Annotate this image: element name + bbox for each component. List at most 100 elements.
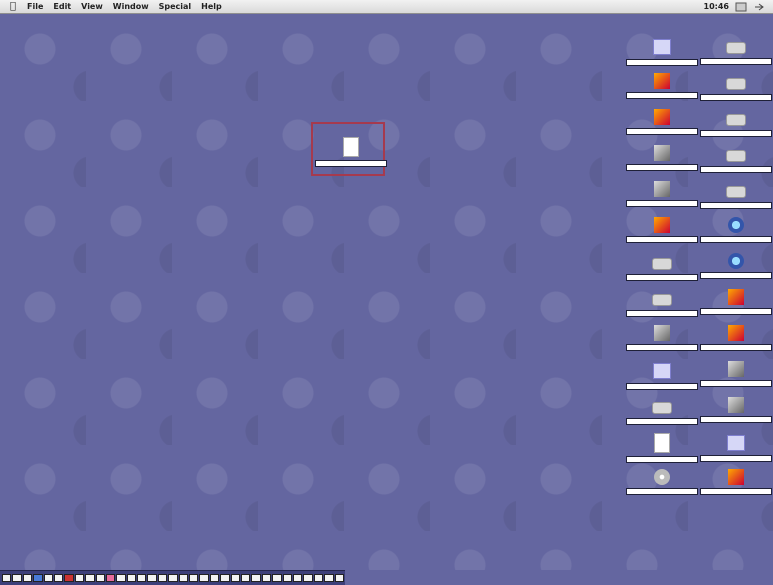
taskbar-button[interactable] [313,574,324,582]
desktop-item-right-b-12[interactable] [700,469,772,495]
taskbar-button[interactable] [209,574,220,582]
taskbar-button[interactable] [251,574,261,582]
desktop-item-right-a-8[interactable] [626,325,698,351]
taskbar-button[interactable] [334,574,344,582]
document-icon [343,137,359,157]
app-icon [654,217,670,233]
desktop-item-right-a-0[interactable] [626,37,698,66]
taskbar-button[interactable] [240,574,251,582]
desktop-item-right-a-12[interactable] [626,469,698,495]
cd-icon [654,469,670,485]
taskbar-button[interactable] [168,574,178,582]
desktop-item-right-a-11[interactable] [626,433,698,463]
app-icon[interactable] [735,2,747,12]
desktop-item-label [626,274,698,281]
taskbar-button[interactable] [95,574,105,582]
taskbar-button[interactable] [2,574,12,582]
desktop-item-right-b-2[interactable] [700,109,772,137]
desktop-item-label [626,128,698,135]
network-icon [654,145,670,161]
desktop-item-right-b-10[interactable] [700,397,772,423]
desktop-item-label [626,92,698,99]
desktop-item-right-b-1[interactable] [700,73,772,101]
network-icon [654,181,670,197]
desktop-item-right-a-10[interactable] [626,397,698,425]
desktop-item-label [700,202,772,209]
desktop-item-right-a-7[interactable] [626,289,698,317]
desktop-item-right-b-3[interactable] [700,145,772,173]
desktop-item-label [315,160,387,167]
app-icon [654,109,670,125]
network-icon [728,397,744,413]
taskbar-button[interactable] [126,574,137,582]
taskbar-button[interactable] [116,574,126,582]
drive-icon [652,402,672,414]
drive-icon [726,186,746,198]
drive-icon [726,78,746,90]
app-icon [728,289,744,305]
desktop-item-right-b-9[interactable] [700,361,772,387]
desktop-item-right-b-0[interactable] [700,37,772,65]
app-icon [654,73,670,89]
taskbar-button[interactable] [147,574,157,582]
taskbar-button[interactable] [220,574,230,582]
desktop-item-right-b-4[interactable] [700,181,772,209]
taskbar-button[interactable] [74,574,85,582]
taskbar-button[interactable] [157,574,168,582]
menu-item-help[interactable]: Help [196,2,227,11]
desktop-item-label [626,200,698,207]
taskbar-button[interactable] [261,574,272,582]
desktop-item-label [626,344,698,351]
taskbar-button[interactable] [272,574,282,582]
taskbar-button[interactable] [230,574,240,582]
desktop-item-right-a-6[interactable] [626,253,698,281]
taskbar-button[interactable] [33,574,43,582]
taskbar-button[interactable] [43,574,53,582]
taskbar-button[interactable] [12,574,22,582]
desktop-item-right-a-9[interactable] [626,361,698,390]
desktop-item-right-b-8[interactable] [700,325,772,351]
folder-icon [653,363,671,379]
taskbar-button[interactable] [64,574,74,582]
desktop-item-right-b-5[interactable] [700,217,772,243]
desktop-item-label [626,488,698,495]
taskbar-button[interactable] [178,574,189,582]
drive-icon [726,114,746,126]
desktop-item-right-b-11[interactable] [700,433,772,462]
desktop-item-right-a-4[interactable] [626,181,698,207]
desktop-item-right-a-3[interactable] [626,145,698,171]
taskbar-button[interactable] [53,574,64,582]
app-switcher-icon[interactable] [753,2,765,12]
taskbar-button[interactable] [85,574,95,582]
globe-icon [728,253,744,269]
taskbar-button[interactable] [105,574,116,582]
desktop-document-item[interactable] [315,137,387,167]
menu-item-file[interactable]: File [22,2,48,11]
taskbar-button[interactable] [137,574,147,582]
desktop-item-right-a-1[interactable] [626,73,698,99]
clock: 10:46 [703,2,729,11]
desktop-item-label [626,164,698,171]
desktop-item-right-b-6[interactable] [700,253,772,279]
folder-icon [727,435,745,451]
desktop-item-label [700,455,772,462]
menu-item-special[interactable]: Special [154,2,197,11]
menu-item-view[interactable]: View [76,2,108,11]
taskbar-button[interactable] [303,574,313,582]
desktop-item-right-b-7[interactable] [700,289,772,315]
taskbar-button[interactable] [22,574,33,582]
desktop-item-right-a-5[interactable] [626,217,698,243]
taskbar-button[interactable] [189,574,199,582]
desktop-item-label [700,308,772,315]
taskbar-button[interactable] [199,574,209,582]
desktop-item-label [626,383,698,390]
menu-item-window[interactable]: Window [108,2,154,11]
desktop-item-label [700,344,772,351]
taskbar-button[interactable] [292,574,303,582]
desktop-item-right-a-2[interactable] [626,109,698,135]
menu-item-edit[interactable]: Edit [48,2,76,11]
taskbar-button[interactable] [324,574,334,582]
taskbar-button[interactable] [282,574,292,582]
document-icon [654,433,670,453]
apple-menu-icon[interactable]:  [4,1,22,12]
